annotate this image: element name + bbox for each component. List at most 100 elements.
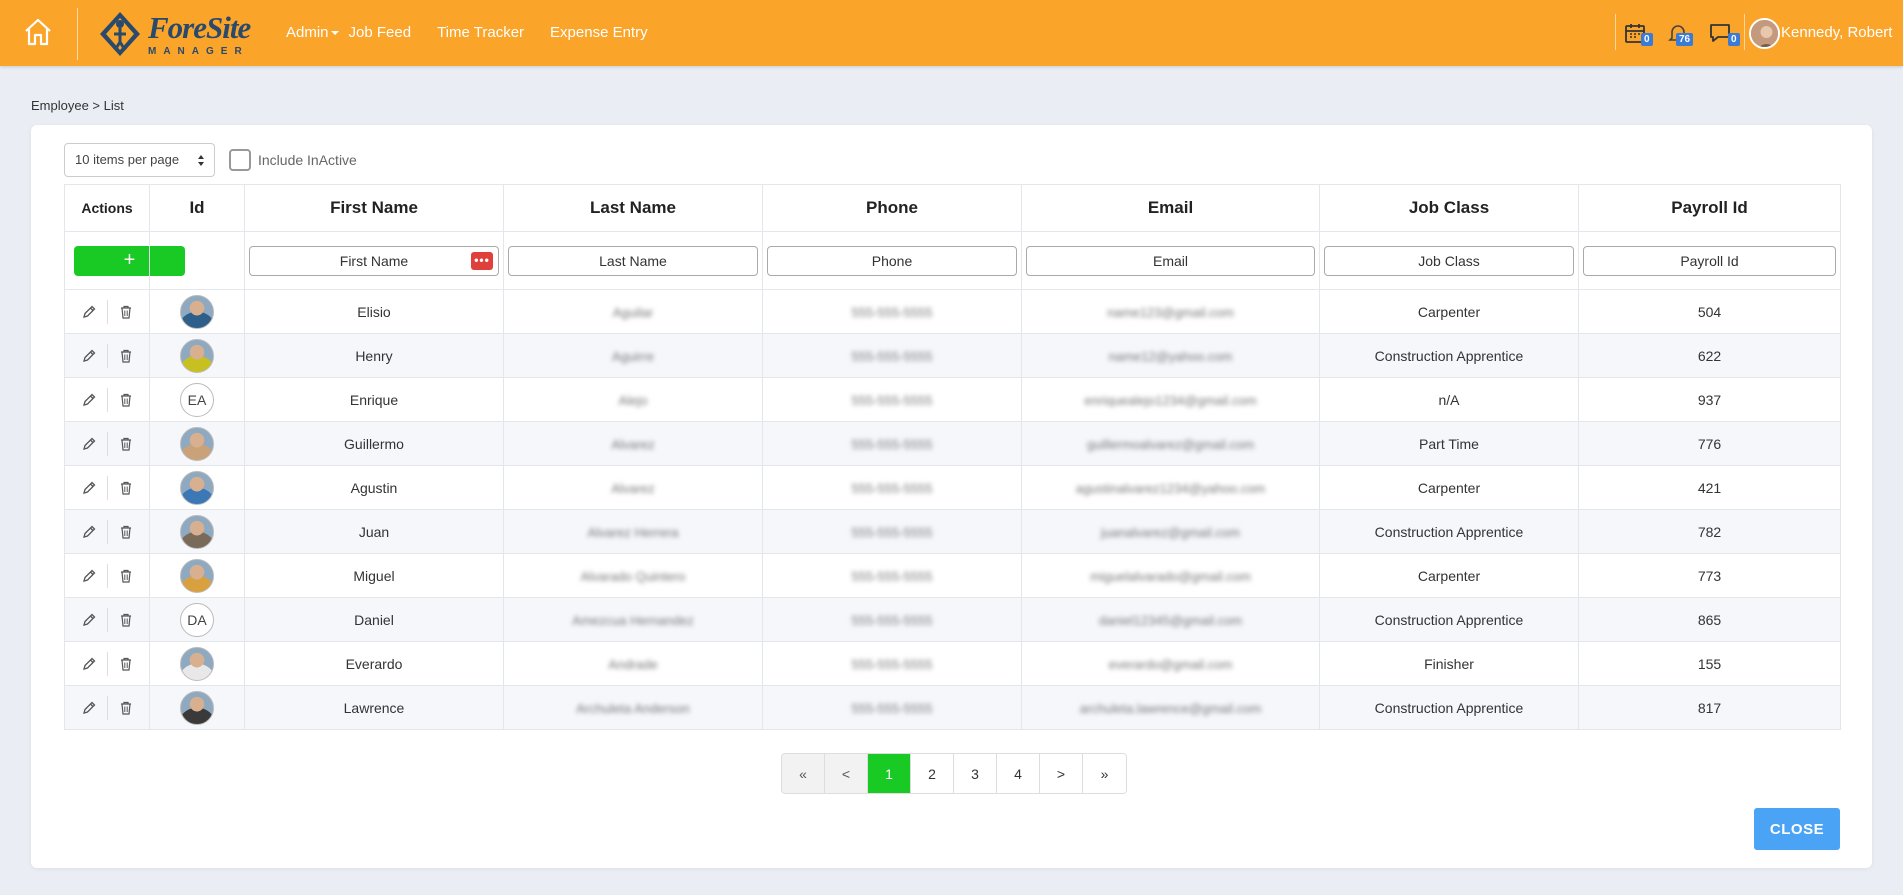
caret-down-icon — [330, 31, 339, 36]
page-button[interactable]: » — [1083, 754, 1126, 793]
cell-job-class: Construction Apprentice — [1319, 509, 1579, 554]
nav-job-feed[interactable]: Job Feed — [349, 24, 412, 41]
page-button[interactable]: 2 — [911, 754, 954, 793]
cell-payroll-id: 421 — [1578, 465, 1841, 510]
table-row: Lawrence Archuleta Anderson 555-555-5555… — [64, 685, 1841, 730]
cell-phone: 555-555-5555 — [851, 392, 933, 408]
page-button[interactable]: 4 — [997, 754, 1040, 793]
delete-trash-icon[interactable] — [112, 696, 140, 720]
cell-phone: 555-555-5555 — [851, 612, 933, 628]
header-phone[interactable]: Phone — [762, 184, 1022, 232]
filter-first-name-input[interactable]: First Name ••• — [249, 245, 499, 276]
table-row: Henry Aguirre 555-555-5555 name12@yahoo.… — [64, 333, 1841, 378]
delete-trash-icon[interactable] — [112, 652, 140, 676]
items-per-page-select[interactable]: 10 items per page — [64, 143, 215, 177]
filter-email-input[interactable]: Email — [1026, 245, 1315, 276]
cell-last-name: Alvarez Herrera — [587, 524, 679, 540]
header-job-class[interactable]: Job Class — [1319, 184, 1579, 232]
items-per-page-value: 10 items per page — [75, 152, 180, 167]
home-icon[interactable] — [22, 16, 54, 48]
cell-first-name: Miguel — [244, 553, 504, 598]
filter-job-class-input[interactable]: Job Class — [1324, 245, 1574, 276]
edit-pencil-icon[interactable] — [75, 696, 103, 720]
cell-payroll-id: 622 — [1578, 333, 1841, 378]
header-id[interactable]: Id — [149, 184, 245, 232]
filter-phone-input[interactable]: Phone — [767, 245, 1017, 276]
delete-trash-icon[interactable] — [112, 300, 140, 324]
employee-table: Actions Id First Name Last Name Phone Em… — [64, 184, 1841, 730]
user-name[interactable]: Kennedy, Robert — [1781, 24, 1892, 41]
table-row: DA Daniel Amezcua Hernandez 555-555-5555… — [64, 597, 1841, 642]
include-inactive-label: Include InActive — [258, 152, 357, 168]
delete-trash-icon[interactable] — [112, 344, 140, 368]
edit-pencil-icon[interactable] — [75, 608, 103, 632]
cell-email: juanalvarez@gmail.com — [1101, 524, 1240, 540]
include-inactive-toggle[interactable]: Include InActive — [229, 149, 357, 171]
cell-payroll-id: 937 — [1578, 377, 1841, 422]
bell-icon[interactable]: 76 — [1666, 21, 1694, 47]
edit-pencil-icon[interactable] — [75, 520, 103, 544]
cell-first-name: Lawrence — [244, 685, 504, 730]
filter-job-class-placeholder: Job Class — [1418, 252, 1480, 269]
calendar-icon[interactable]: 0 — [1623, 21, 1653, 47]
header-email[interactable]: Email — [1021, 184, 1320, 232]
delete-trash-icon[interactable] — [112, 520, 140, 544]
divider — [106, 651, 108, 676]
cell-payroll-id: 782 — [1578, 509, 1841, 554]
page-button[interactable]: > — [1040, 754, 1083, 793]
foresite-logo[interactable]: ForeSite MANAGER — [96, 6, 256, 60]
delete-trash-icon[interactable] — [112, 564, 140, 588]
filter-last-name-placeholder: Last Name — [599, 252, 667, 269]
delete-trash-icon[interactable] — [112, 476, 140, 500]
filter-last-name-input[interactable]: Last Name — [508, 245, 758, 276]
chat-icon[interactable]: 0 — [1708, 21, 1740, 47]
pagination: «<1 2 3 4 >» — [781, 753, 1127, 794]
delete-trash-icon[interactable] — [112, 388, 140, 412]
cell-last-name: Alvarez — [611, 480, 655, 496]
nav-time-tracker[interactable]: Time Tracker — [437, 24, 524, 41]
divider — [106, 431, 108, 456]
employee-avatar — [180, 690, 214, 725]
page-button[interactable]: < — [825, 754, 868, 793]
close-button[interactable]: CLOSE — [1754, 808, 1840, 850]
nav-admin[interactable]: Admin — [286, 24, 339, 41]
edit-pencil-icon[interactable] — [75, 388, 103, 412]
delete-trash-icon[interactable] — [112, 432, 140, 456]
table-row: Agustin Alvarez 555-555-5555 agustinalva… — [64, 465, 1841, 510]
page-button[interactable]: 1 — [868, 754, 911, 793]
filter-first-name-placeholder: First Name — [339, 252, 409, 269]
filter-payroll-id-input[interactable]: Payroll Id — [1583, 245, 1836, 276]
header-first-name[interactable]: First Name — [244, 184, 504, 232]
include-inactive-checkbox[interactable] — [229, 149, 251, 171]
cell-job-class: Carpenter — [1319, 289, 1579, 334]
header-last-name[interactable]: Last Name — [503, 184, 763, 232]
logo-mark-icon — [100, 12, 140, 56]
header-actions: Actions — [64, 184, 150, 232]
divider — [106, 299, 108, 324]
edit-pencil-icon[interactable] — [75, 652, 103, 676]
edit-pencil-icon[interactable] — [75, 432, 103, 456]
edit-pencil-icon[interactable] — [75, 476, 103, 500]
more-options-icon[interactable]: ••• — [471, 251, 493, 270]
cell-last-name: Alejo — [618, 392, 648, 408]
edit-pencil-icon[interactable] — [75, 300, 103, 324]
table-row: Guillermo Alvarez 555-555-5555 guillermo… — [64, 421, 1841, 466]
nav-expense-entry[interactable]: Expense Entry — [550, 24, 648, 41]
cell-last-name: Alvarado Quintero — [580, 568, 686, 584]
page-button[interactable]: 3 — [954, 754, 997, 793]
cell-phone: 555-555-5555 — [851, 656, 933, 672]
user-avatar[interactable] — [1749, 18, 1780, 49]
edit-pencil-icon[interactable] — [75, 564, 103, 588]
delete-trash-icon[interactable] — [112, 608, 140, 632]
edit-pencil-icon[interactable] — [75, 344, 103, 368]
page-button[interactable]: « — [782, 754, 825, 793]
divider — [106, 563, 108, 588]
cell-first-name: Juan — [244, 509, 504, 554]
header-payroll-id[interactable]: Payroll Id — [1578, 184, 1841, 232]
cell-first-name: Enrique — [244, 377, 504, 422]
cell-email: guillermoalvarez@gmail.com — [1086, 436, 1255, 452]
divider — [77, 8, 78, 60]
cell-last-name: Andrade — [608, 656, 658, 672]
cell-job-class: Part Time — [1319, 421, 1579, 466]
cell-first-name: Daniel — [244, 597, 504, 642]
